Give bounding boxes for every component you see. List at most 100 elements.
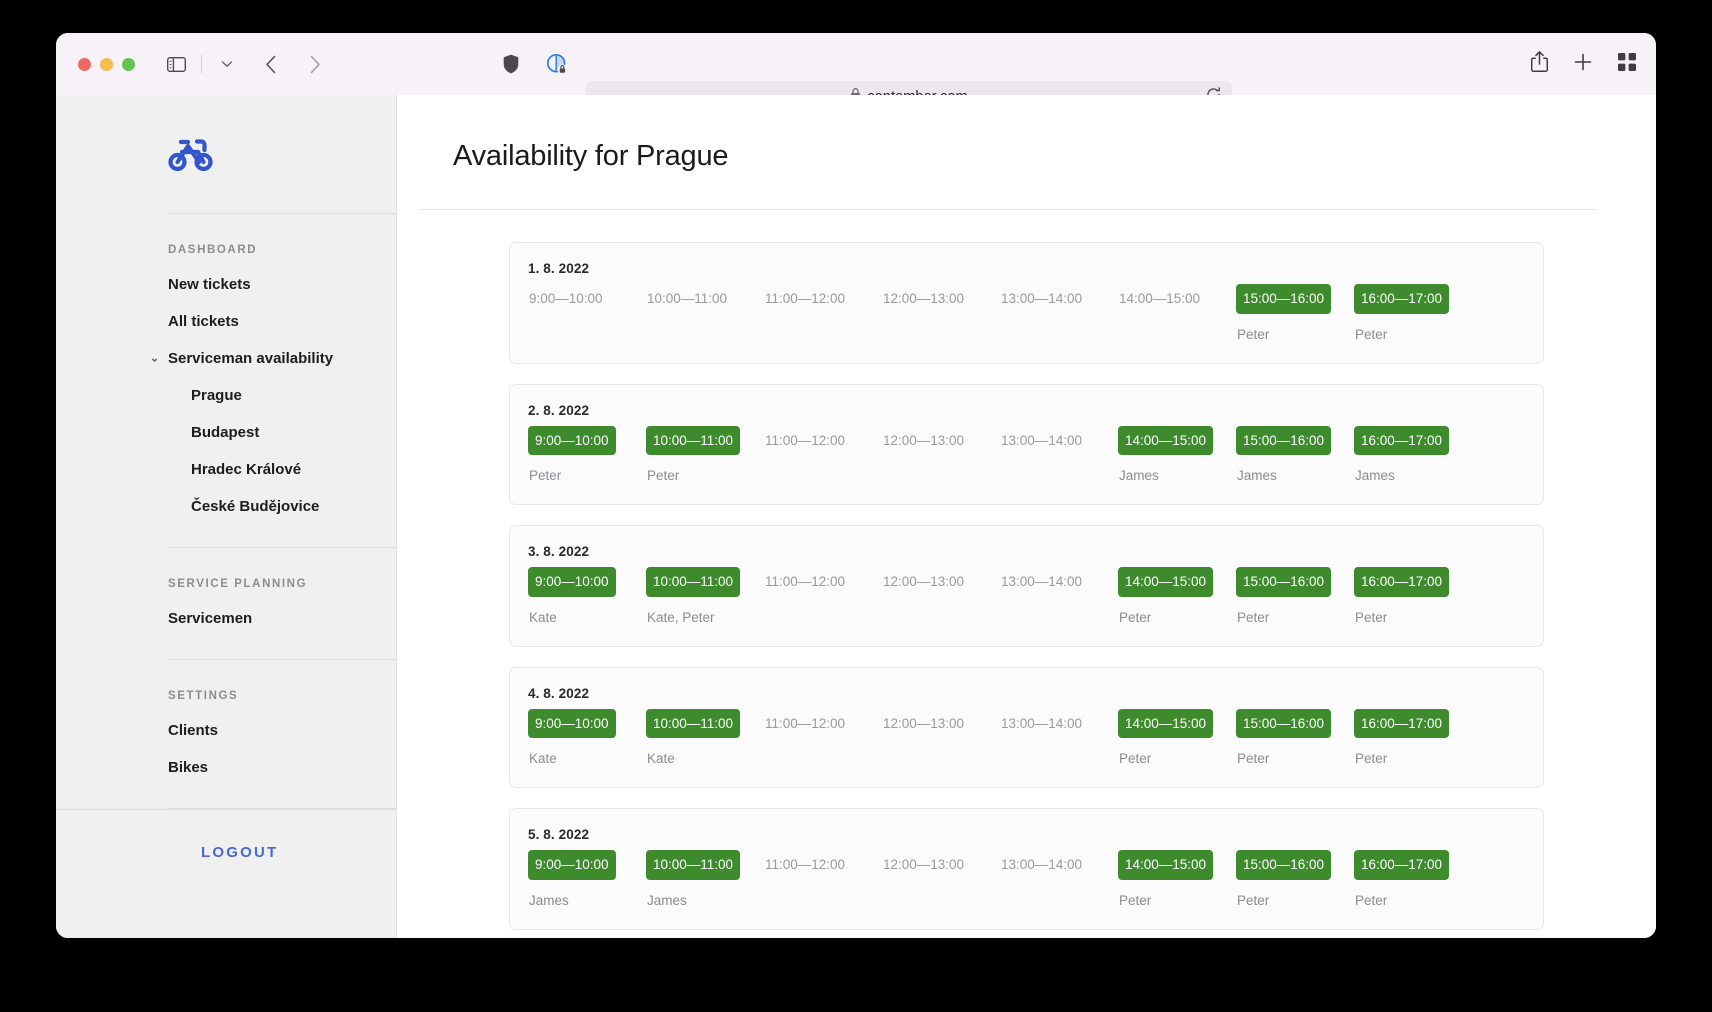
booked-slot[interactable]: 15:00—16:00 Peter — [1236, 567, 1354, 626]
back-arrow-icon[interactable] — [256, 51, 286, 77]
availability-day-card: 3. 8. 2022 9:00—10:00 Kate 10:00—11:00 Kate,… — [509, 525, 1544, 647]
booked-slot[interactable]: 15:00—16:00 James — [1236, 425, 1354, 485]
sidebar-item-label: Servicemen — [168, 610, 253, 627]
booked-slot[interactable]: 16:00—17:00 James — [1354, 425, 1472, 485]
booked-slot[interactable]: 15:00—16:00 Peter — [1236, 284, 1354, 343]
free-slot[interactable]: 11:00—12:00 — [764, 426, 882, 485]
slot-person — [1118, 327, 1119, 343]
slot-row: 9:00—10:00 James 10:00—11:00 James 11:00—12:… — [528, 850, 1525, 909]
booked-slot[interactable]: 9:00—10:00 James — [528, 850, 646, 909]
sidebar-item-budapest[interactable]: Budapest — [56, 414, 396, 451]
booked-slot[interactable]: 9:00—10:00 Peter — [528, 425, 646, 485]
sidebar-item-bikes[interactable]: Bikes — [56, 749, 396, 786]
slot-time: 11:00—12:00 — [765, 715, 846, 731]
sidebar-toggle-icon[interactable] — [161, 51, 191, 77]
slot-time: 14:00—15:00 — [1118, 708, 1214, 738]
slot-person — [764, 468, 765, 484]
sidebar-item-all-tickets[interactable]: All tickets — [56, 303, 396, 340]
booked-slot[interactable]: 14:00—15:00 Peter — [1118, 567, 1236, 626]
slot-row: 9:00—10:00 Kate 10:00—11:00 Kate, Peter 11:0… — [528, 567, 1525, 626]
free-slot[interactable]: 13:00—14:00 — [1000, 284, 1118, 343]
sidebar-item-esk-bud-jovice[interactable]: České Budějovice — [56, 488, 396, 525]
toolbar-right-actions — [1530, 51, 1636, 77]
chevron-down-icon[interactable] — [212, 51, 242, 77]
slot-time: 14:00—15:00 — [1118, 425, 1214, 455]
slot-time: 13:00—14:00 — [1001, 574, 1083, 589]
booked-slot[interactable]: 16:00—17:00 Peter — [1354, 284, 1472, 343]
booked-slot[interactable]: 9:00—10:00 Kate — [528, 567, 646, 626]
free-slot[interactable]: 12:00—13:00 — [882, 850, 1000, 909]
booked-slot[interactable]: 16:00—17:00 Peter — [1354, 850, 1472, 909]
free-slot[interactable]: 12:00—13:00 — [882, 284, 1000, 343]
chevron-down-icon[interactable]: ⌄ — [150, 353, 159, 364]
plus-icon[interactable] — [1574, 53, 1592, 76]
app-root: DASHBOARD New tickets All tickets ⌄ Servicem… — [56, 95, 1656, 938]
sidebar-logo[interactable] — [56, 95, 396, 213]
slot-time: 9:00—10:00 — [528, 425, 616, 455]
slot-time: 16:00—17:00 — [1354, 425, 1450, 455]
privacy-shield-icon[interactable] — [496, 51, 526, 77]
free-slot[interactable]: 11:00—12:00 — [764, 284, 882, 343]
slot-time: 9:00—10:00 — [529, 291, 603, 306]
free-slot[interactable]: 13:00—14:00 — [1000, 850, 1118, 909]
sidebar-item-label: Serviceman availability — [168, 350, 334, 367]
slot-person: Kate — [529, 751, 557, 766]
slot-person — [882, 893, 883, 909]
free-slot[interactable]: 13:00—14:00 — [1000, 426, 1118, 485]
slot-time: 11:00—12:00 — [765, 291, 846, 306]
share-icon[interactable] — [1530, 51, 1549, 77]
booked-slot[interactable]: 15:00—16:00 Peter — [1236, 708, 1354, 768]
free-slot[interactable]: 14:00—15:00 — [1118, 284, 1236, 343]
free-slot[interactable]: 9:00—10:00 — [528, 284, 646, 343]
slot-person: Peter — [1237, 892, 1270, 908]
day-date: 2. 8. 2022 — [528, 402, 590, 418]
booked-slot[interactable]: 10:00—11:00 Kate, Peter — [646, 567, 764, 626]
free-slot[interactable]: 11:00—12:00 — [764, 709, 882, 768]
sidebar-item-prague[interactable]: Prague — [56, 377, 396, 414]
booked-slot[interactable]: 10:00—11:00 James — [646, 850, 764, 909]
sidebar-item-servicemen[interactable]: Servicemen — [56, 600, 396, 637]
availability-day-card: 5. 8. 2022 9:00—10:00 James 10:00—11:00 Jame… — [509, 808, 1544, 930]
minimize-window-button[interactable] — [100, 57, 113, 71]
booked-slot[interactable]: 10:00—11:00 Kate — [646, 708, 764, 768]
forward-arrow-icon[interactable] — [300, 51, 330, 77]
slot-row: 9:00—10:00 Peter 10:00—11:00 Peter 11:00—12:… — [528, 425, 1525, 485]
free-slot[interactable]: 10:00—11:00 — [646, 284, 764, 343]
slot-person: James — [1119, 468, 1159, 483]
sidebar-item-serviceman-availability[interactable]: ⌄ Serviceman availability — [56, 340, 396, 377]
booked-slot[interactable]: 9:00—10:00 Kate — [528, 708, 646, 768]
free-slot[interactable]: 12:00—13:00 — [882, 567, 1000, 626]
sidebar-item-label: New tickets — [168, 276, 251, 293]
free-slot[interactable]: 12:00—13:00 — [882, 709, 1000, 768]
free-slot[interactable]: 11:00—12:00 — [764, 850, 882, 909]
booked-slot[interactable]: 16:00—17:00 Peter — [1354, 708, 1472, 768]
slot-time: 12:00—13:00 — [883, 291, 965, 306]
booked-slot[interactable]: 16:00—17:00 Peter — [1354, 567, 1472, 626]
sidebar-item-new-tickets[interactable]: New tickets — [56, 266, 396, 303]
slot-person — [528, 327, 529, 343]
close-window-button[interactable] — [78, 57, 91, 71]
sidebar-item-clients[interactable]: Clients — [56, 712, 396, 749]
slot-person — [764, 610, 765, 626]
zoom-window-button[interactable] — [122, 57, 135, 71]
logout-button[interactable]: LOGOUT — [201, 844, 396, 861]
sidebar-item-label: Budapest — [191, 424, 260, 441]
slot-person — [882, 751, 883, 767]
sidebar-item-hradec-kr-lov[interactable]: Hradec Králové — [56, 451, 396, 488]
slot-person — [1000, 468, 1001, 484]
booked-slot[interactable]: 14:00—15:00 Peter — [1118, 850, 1236, 909]
slot-time: 12:00—13:00 — [883, 432, 965, 448]
free-slot[interactable]: 13:00—14:00 — [1000, 567, 1118, 626]
tab-overview-icon[interactable] — [1618, 52, 1636, 76]
availability-day-card: 2. 8. 2022 9:00—10:00 Peter 10:00—11:00 Pete… — [509, 383, 1544, 505]
booked-slot[interactable]: 14:00—15:00 Peter — [1118, 708, 1236, 768]
booked-slot[interactable]: 10:00—11:00 Peter — [646, 425, 764, 485]
sidebar-navigation: DASHBOARD New tickets All tickets ⌄ Servicem… — [56, 214, 396, 809]
free-slot[interactable]: 11:00—12:00 — [764, 567, 882, 626]
free-slot[interactable]: 12:00—13:00 — [882, 426, 1000, 485]
booked-slot[interactable]: 15:00—16:00 Peter — [1236, 850, 1354, 909]
tracker-report-icon[interactable] — [542, 51, 572, 77]
slot-time: 15:00—16:00 — [1236, 708, 1332, 738]
free-slot[interactable]: 13:00—14:00 — [1000, 709, 1118, 768]
booked-slot[interactable]: 14:00—15:00 James — [1118, 425, 1236, 485]
